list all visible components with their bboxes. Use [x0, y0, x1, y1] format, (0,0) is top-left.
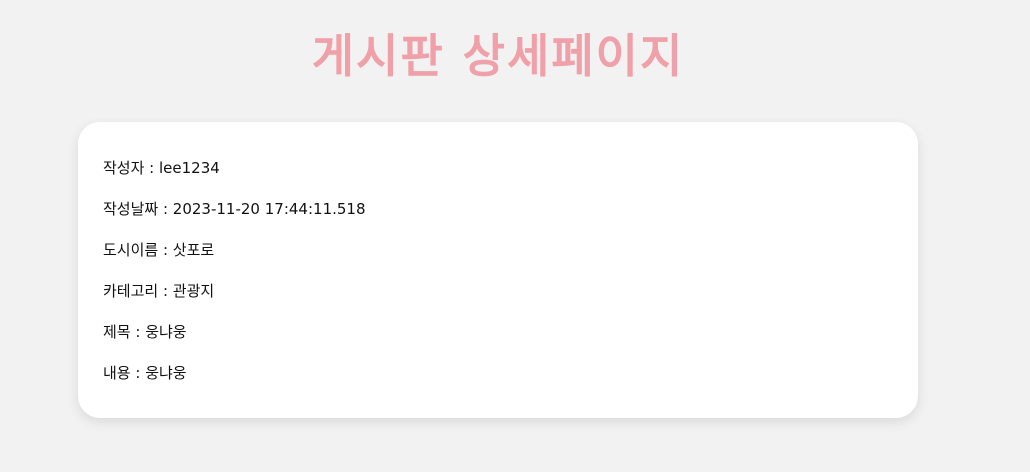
author-label: 작성자 — [103, 159, 145, 177]
author-separator: : — [144, 159, 159, 177]
subject-separator: : — [130, 323, 146, 341]
subject-row: 제목 : 웅냐웅 — [103, 322, 893, 363]
author-value: lee1234 — [159, 159, 220, 177]
content-row: 내용 : 웅냐웅 — [103, 363, 893, 404]
subject-value: 웅냐웅 — [145, 323, 187, 341]
page-title: 게시판 상세페이지 — [311, 29, 685, 83]
date-separator: : — [158, 200, 173, 218]
subject-label: 제목 — [103, 323, 131, 341]
date-label: 작성날짜 — [103, 200, 159, 218]
city-value: 삿포로 — [172, 241, 215, 259]
category-value: 관광지 — [172, 282, 215, 300]
author-row: 작성자 : lee1234 — [103, 158, 893, 199]
content-label: 내용 — [103, 364, 131, 382]
category-separator: : — [158, 282, 173, 300]
category-label: 카테고리 — [103, 282, 159, 300]
date-value: 2023-11-20 17:44:11.518 — [172, 200, 366, 218]
city-row: 도시이름 : 삿포로 — [103, 240, 893, 281]
category-row: 카테고리 : 관광지 — [103, 281, 893, 322]
date-row: 작성날짜 : 2023-11-20 17:44:11.518 — [103, 199, 893, 240]
post-detail-card: 작성자 : lee1234 작성날짜 : 2023-11-20 17:44:11… — [78, 122, 918, 418]
city-separator: : — [158, 241, 173, 259]
content-separator: : — [130, 364, 146, 382]
city-label: 도시이름 — [103, 241, 159, 259]
content-value: 웅냐웅 — [145, 364, 187, 382]
